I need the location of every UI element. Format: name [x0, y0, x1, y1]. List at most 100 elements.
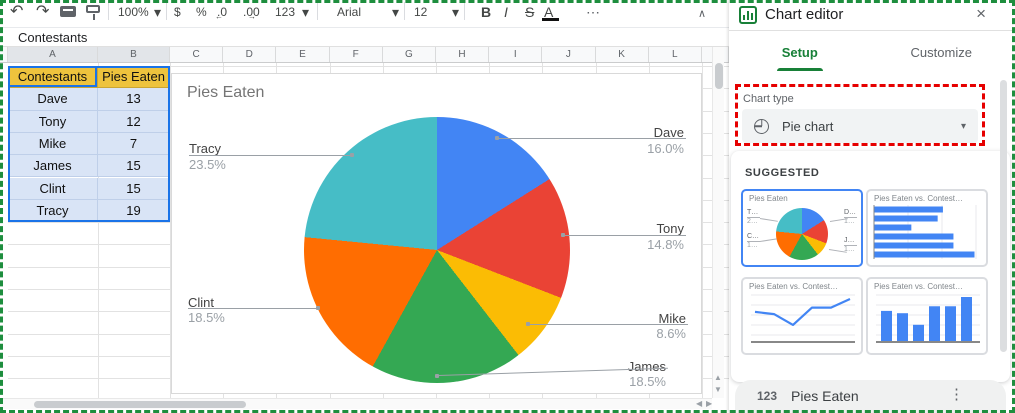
column-header-A[interactable]: A	[8, 47, 98, 62]
cell[interactable]: 13	[98, 88, 170, 110]
thumbnail-chart-svg	[872, 291, 984, 349]
cell[interactable]: 7	[98, 133, 170, 155]
column-header-L[interactable]: L	[649, 47, 702, 62]
toolbar-separator	[464, 2, 465, 20]
column-header-H[interactable]: H	[436, 47, 489, 62]
font-size-select[interactable]: 12	[414, 1, 427, 23]
chevron-down-icon[interactable]: ▾	[154, 1, 161, 23]
formula-bar-value: Contestants	[18, 30, 87, 45]
cell[interactable]: Pies Eaten	[98, 66, 170, 88]
thumbnail-chart-svg	[747, 291, 859, 349]
chevron-down-icon: ▾	[961, 121, 966, 132]
pie-chart	[304, 117, 570, 383]
callout-dot	[561, 233, 565, 237]
text-color-button[interactable]: A	[544, 1, 553, 23]
suggested-charts-card: SUGGESTED Pies Eaten T…2… C…1… D…1… J…1…	[731, 151, 1010, 382]
thumbnail-bar-chart[interactable]: Pies Eaten vs. Contest…	[866, 189, 988, 267]
suggested-label: SUGGESTED	[745, 167, 819, 179]
scroll-left-icon[interactable]: ◀	[696, 400, 702, 408]
undo-icon[interactable]: ↶	[10, 1, 23, 23]
cell[interactable]: 12	[98, 111, 170, 133]
currency-format-button[interactable]: $	[174, 1, 181, 23]
cell[interactable]: 19	[98, 200, 170, 222]
callout-dot	[350, 153, 354, 157]
callout-line	[564, 235, 686, 236]
cell[interactable]: Mike	[8, 133, 98, 155]
zoom-select[interactable]: 100%	[118, 1, 149, 23]
cell[interactable]: Tony	[8, 111, 98, 133]
slice-percent: 16.0%	[647, 141, 684, 156]
slice-label: Tony	[657, 221, 684, 236]
column-header-F[interactable]: F	[330, 47, 383, 62]
cell[interactable]: James	[8, 155, 98, 177]
column-header-B[interactable]: B	[98, 47, 170, 62]
bold-button[interactable]: B	[481, 1, 491, 23]
column-header-G[interactable]: G	[383, 47, 436, 62]
more-formats-button[interactable]: 123	[275, 1, 295, 23]
scroll-down-icon[interactable]: ▼	[714, 386, 722, 394]
horizontal-scrollbar-thumb[interactable]	[34, 401, 246, 408]
callout-dot	[526, 322, 530, 326]
vertical-scrollbar[interactable]	[712, 47, 724, 398]
embedded-chart[interactable]: Pies Eaten Dave 16.0% Tony 14.8% Mike 8.…	[171, 73, 702, 394]
thumbnail-line-chart[interactable]: Pies Eaten vs. Contest…	[741, 277, 863, 355]
scroll-up-icon[interactable]: ▲	[714, 374, 722, 382]
hide-toolbar-button[interactable]: ∧	[698, 3, 706, 25]
cell[interactable]: Tracy	[8, 200, 98, 222]
strikethrough-button[interactable]: S	[525, 1, 534, 23]
column-header-I[interactable]: I	[489, 47, 542, 62]
chevron-down-icon[interactable]: ▾	[392, 1, 399, 23]
slice-label: James	[628, 359, 666, 374]
panel-header: Chart editor ×	[729, 0, 1012, 31]
cell[interactable]: 15	[98, 155, 170, 177]
chart-type-dropdown[interactable]: Pie chart ▾	[742, 109, 978, 143]
callout-dot	[316, 306, 320, 310]
chevron-down-icon[interactable]: ▾	[452, 1, 459, 23]
chevron-down-icon[interactable]: ▾	[302, 1, 309, 23]
chart-type-value: Pie chart	[782, 119, 961, 134]
column-headers: ABCDEFGHIJKL	[0, 47, 729, 63]
tab-customize[interactable]: Customize	[871, 31, 1013, 73]
panel-scrollbar-thumb[interactable]	[1000, 80, 1007, 352]
redo-icon[interactable]: ↷	[36, 1, 49, 23]
paint-format-icon[interactable]	[86, 5, 100, 13]
thumbnail-body	[868, 279, 986, 353]
tab-setup[interactable]: Setup	[729, 31, 871, 73]
slice-percent: 18.5%	[188, 310, 225, 325]
pie-chart-icon	[754, 119, 769, 134]
more-options-icon[interactable]: ⋮	[949, 385, 964, 403]
percent-format-button[interactable]: %	[196, 1, 207, 23]
horizontal-scrollbar[interactable]	[0, 398, 712, 409]
panel-tabs: Setup Customize	[729, 31, 1012, 73]
column-header-K[interactable]: K	[596, 47, 649, 62]
close-icon[interactable]: ×	[976, 4, 986, 24]
italic-button[interactable]: I	[504, 1, 508, 23]
slice-percent: 23.5%	[189, 157, 226, 172]
cell[interactable]: Dave	[8, 88, 98, 110]
callout-line	[529, 324, 688, 325]
thumbnail-pie-chart[interactable]: Pies Eaten T…2… C…1… D…1… J…1…	[741, 189, 863, 267]
print-icon[interactable]	[60, 6, 76, 17]
cell[interactable]: 15	[98, 178, 170, 200]
callout-line	[188, 308, 319, 309]
callout-dot	[435, 374, 439, 378]
slice-label: Tracy	[189, 141, 221, 156]
column-header-C[interactable]: C	[170, 47, 223, 62]
formula-bar[interactable]: Contestants	[0, 27, 729, 47]
column-header-E[interactable]: E	[276, 47, 329, 62]
decrease-decimal-arrow-icon: ←	[215, 12, 223, 21]
scroll-right-icon[interactable]: ▶	[706, 400, 712, 408]
cell[interactable]: Clint	[8, 178, 98, 200]
vertical-scrollbar-thumb[interactable]	[715, 63, 723, 89]
column-header-J[interactable]: J	[542, 47, 595, 62]
thumbnail-column-chart[interactable]: Pies Eaten vs. Contest…	[866, 277, 988, 355]
cell[interactable]: Contestants	[8, 66, 98, 88]
chart-title: Pies Eaten	[187, 84, 264, 102]
more-toolbar-button[interactable]: ⋯	[586, 1, 600, 23]
column-header-D[interactable]: D	[223, 47, 276, 62]
text-color-swatch	[542, 18, 559, 21]
tab-customize-label: Customize	[911, 45, 972, 60]
series-row[interactable]: 123 Pies Eaten ⋮	[735, 380, 1006, 413]
font-select[interactable]: Arial	[337, 1, 361, 23]
tab-setup-label: Setup	[782, 45, 818, 60]
